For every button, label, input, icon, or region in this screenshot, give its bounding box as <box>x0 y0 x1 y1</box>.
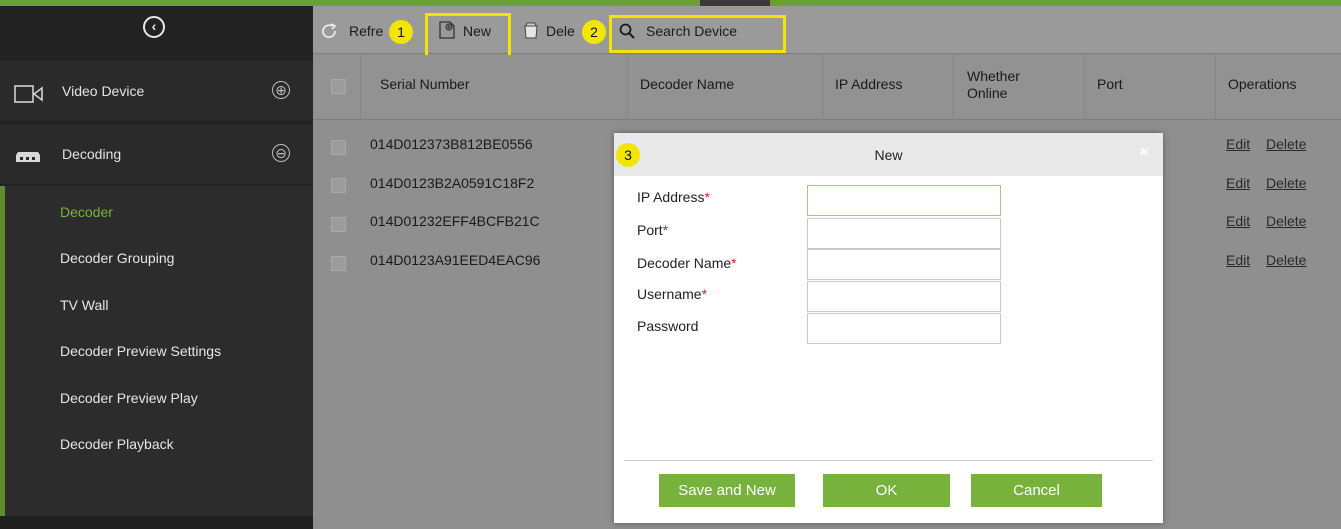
close-icon[interactable]: × <box>1140 144 1149 162</box>
password-label: Password <box>637 318 699 334</box>
sidebar-item-tv-wall[interactable]: TV Wall <box>60 297 108 313</box>
dialog-header: 3 New × <box>614 133 1163 176</box>
column-divider <box>627 55 628 120</box>
password-input[interactable] <box>807 313 1001 344</box>
new-file-icon[interactable] <box>438 20 456 43</box>
table-row-serial: 014D012373B812BE0556 <box>370 136 533 152</box>
collapse-minus-icon[interactable]: ⊖ <box>272 144 290 162</box>
sidebar-item-decoder-grouping[interactable]: Decoder Grouping <box>60 250 174 266</box>
port-input[interactable] <box>807 218 1001 249</box>
port-label: Port* <box>637 222 669 238</box>
sidebar-group-decoding[interactable]: Decoding ⊖ <box>0 124 313 184</box>
dialog-title: New <box>874 147 903 163</box>
callout-badge-1: 1 <box>389 20 413 44</box>
row-edit-link[interactable]: Edit <box>1226 175 1250 191</box>
row-edit-link[interactable]: Edit <box>1226 136 1250 152</box>
column-header-decoder-name[interactable]: Decoder Name <box>640 76 734 92</box>
column-header-ip-address[interactable]: IP Address <box>835 76 902 92</box>
table-row-serial: 014D01232EFF4BCFB21C <box>370 213 540 229</box>
decoder-device-icon <box>14 146 48 167</box>
delete-button[interactable]: Dele <box>546 23 582 39</box>
table-row-serial: 014D0123A91EED4EAC96 <box>370 252 541 268</box>
ok-button[interactable]: OK <box>823 474 950 507</box>
sidebar-item-decoder-playback[interactable]: Decoder Playback <box>60 436 174 452</box>
table-header: Serial Number Decoder Name IP Address Wh… <box>313 55 1341 120</box>
ip-address-label: IP Address* <box>637 189 710 205</box>
sidebar-item-decoder-preview-settings[interactable]: Decoder Preview Settings <box>60 343 221 359</box>
active-indicator <box>0 186 5 516</box>
new-decoder-dialog: 3 New × IP Address* Port* Decoder Name* … <box>614 133 1163 523</box>
row-checkbox[interactable] <box>331 178 346 193</box>
save-and-new-button[interactable]: Save and New <box>659 474 795 507</box>
ip-address-input[interactable] <box>807 185 1001 216</box>
row-delete-link[interactable]: Delete <box>1266 175 1306 191</box>
video-camera-icon <box>14 85 48 106</box>
sidebar-group-label: Video Device <box>62 83 145 99</box>
column-divider <box>1215 55 1216 120</box>
username-label: Username* <box>637 286 708 302</box>
column-divider <box>953 55 954 120</box>
search-device-button[interactable]: Search Device <box>646 23 737 39</box>
dialog-footer-divider <box>624 460 1153 461</box>
search-icon[interactable] <box>619 23 635 42</box>
sidebar-group-video-device[interactable]: Video Device ⊕ <box>0 61 313 121</box>
row-edit-link[interactable]: Edit <box>1226 213 1250 229</box>
expand-plus-icon[interactable]: ⊕ <box>272 81 290 99</box>
column-header-operations: Operations <box>1228 76 1297 92</box>
column-header-port[interactable]: Port <box>1097 76 1123 92</box>
column-divider <box>1084 55 1085 120</box>
delete-icon[interactable] <box>522 20 540 43</box>
select-all-checkbox[interactable] <box>331 79 346 94</box>
sidebar-bottom-strip <box>0 516 313 529</box>
username-input[interactable] <box>807 281 1001 312</box>
table-row-serial: 014D0123B2A0591C18F2 <box>370 175 535 191</box>
column-divider <box>822 55 823 120</box>
cancel-button[interactable]: Cancel <box>971 474 1102 507</box>
row-delete-link[interactable]: Delete <box>1266 213 1306 229</box>
row-checkbox[interactable] <box>331 140 346 155</box>
toolbar: Refre 1 New Dele 2 Search Device <box>313 6 1341 63</box>
row-delete-link[interactable]: Delete <box>1266 252 1306 268</box>
row-checkbox[interactable] <box>331 217 346 232</box>
sidebar: ‹ Video Device ⊕ Decoding ⊖ Decoder Deco… <box>0 6 313 529</box>
column-header-whether-online[interactable]: Whether Online <box>967 68 1033 102</box>
decoder-name-input[interactable] <box>807 249 1001 280</box>
row-checkbox[interactable] <box>331 256 346 271</box>
callout-badge-2: 2 <box>582 20 606 44</box>
column-header-serial-number[interactable]: Serial Number <box>380 76 469 92</box>
refresh-icon[interactable] <box>321 23 339 42</box>
new-button[interactable]: New <box>463 23 491 39</box>
collapse-circle-icon[interactable]: ‹ <box>143 16 165 38</box>
row-edit-link[interactable]: Edit <box>1226 252 1250 268</box>
decoder-name-label: Decoder Name* <box>637 255 737 271</box>
sidebar-group-label: Decoding <box>62 146 122 162</box>
sidebar-item-decoder[interactable]: Decoder <box>60 204 113 220</box>
refresh-button[interactable]: Refre <box>349 23 387 39</box>
column-divider <box>360 55 361 120</box>
row-delete-link[interactable]: Delete <box>1266 136 1306 152</box>
sidebar-item-decoder-preview-play[interactable]: Decoder Preview Play <box>60 390 198 406</box>
